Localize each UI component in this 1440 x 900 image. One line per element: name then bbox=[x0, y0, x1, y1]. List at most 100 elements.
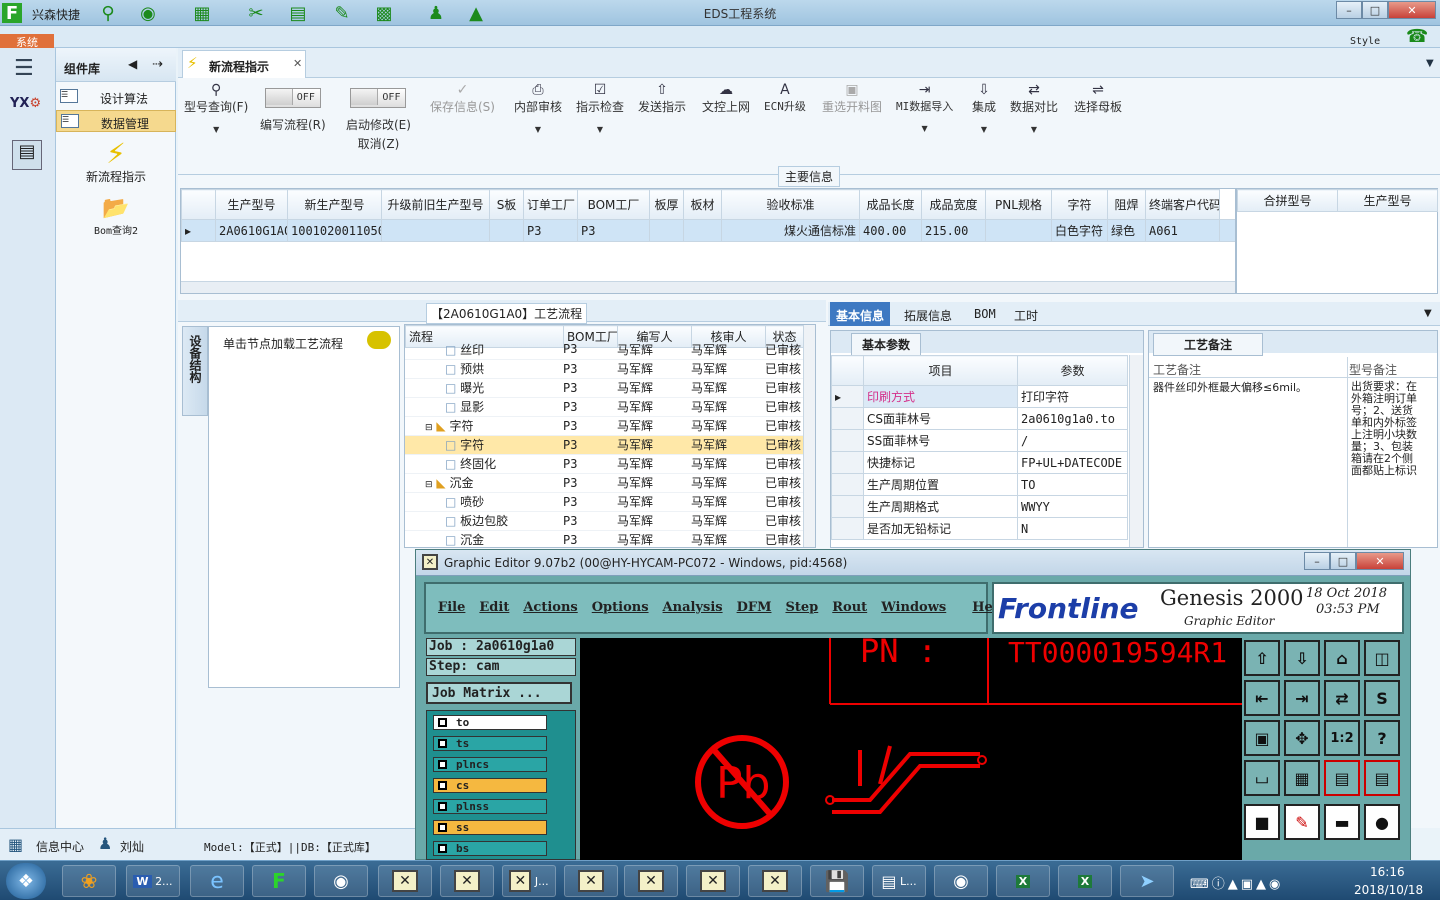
maximize-button[interactable]: □ bbox=[1362, 1, 1388, 19]
genesis-menu-step[interactable]: Step bbox=[785, 600, 818, 615]
info-center-label[interactable]: 信息中心 bbox=[36, 838, 84, 855]
main-col-header[interactable]: 订单工厂 bbox=[523, 189, 578, 220]
help-icon[interactable]: ? bbox=[1364, 720, 1400, 756]
genesis-menu-analysis[interactable]: Analysis bbox=[663, 600, 723, 615]
search-icon[interactable]: ⚲ bbox=[96, 3, 120, 24]
layer-checkbox[interactable] bbox=[438, 781, 447, 790]
home-up-icon[interactable]: ⇧ bbox=[1244, 640, 1280, 676]
param-value[interactable]: / bbox=[1017, 429, 1128, 452]
genesis-maximize-button[interactable]: □ bbox=[1330, 552, 1356, 570]
layer-checkbox[interactable] bbox=[438, 760, 447, 769]
genesis-minimize-button[interactable]: – bbox=[1304, 552, 1330, 570]
menu-icon[interactable]: ☰ bbox=[14, 56, 34, 81]
main-cell[interactable] bbox=[683, 219, 722, 242]
param-row[interactable]: 快捷标记 FP+UL+DATECODE bbox=[831, 451, 1128, 474]
internal-review-button[interactable]: ⎙ 内部审核 ▼ bbox=[514, 82, 562, 134]
integrate-button[interactable]: ⇩ 集成 ▼ bbox=[972, 82, 996, 134]
layer-checkbox[interactable] bbox=[438, 823, 447, 832]
taskbar-genesis-5[interactable]: ✕ bbox=[624, 865, 678, 897]
taskbar-save-app[interactable]: 💾 bbox=[810, 865, 864, 897]
main-col-header[interactable]: 终端客户代码 bbox=[1145, 189, 1220, 220]
edit-shape-icon[interactable]: ✎ bbox=[1284, 804, 1320, 840]
taskbar-bird-app[interactable]: ➤ bbox=[1120, 865, 1174, 897]
tree-row[interactable]: ⊟ ◣ 沉金 P3 马军辉 马军辉 已审核 bbox=[405, 473, 803, 493]
genesis-menu-rout[interactable]: Rout bbox=[832, 600, 867, 615]
reselect-cutting-button[interactable]: ▣ 重选开料图 bbox=[822, 82, 882, 115]
genesis-menu-options[interactable]: Options bbox=[592, 600, 649, 615]
param-row[interactable]: 生产周期位置 TO bbox=[831, 473, 1128, 496]
notes-tab[interactable]: 工艺备注 bbox=[1153, 333, 1264, 356]
main-col-header[interactable]: 成品宽度 bbox=[921, 189, 986, 220]
circle-icon[interactable]: ● bbox=[1364, 804, 1400, 840]
main-cell[interactable] bbox=[985, 219, 1052, 242]
main-col-header[interactable]: PNL规格 bbox=[985, 189, 1052, 220]
params-scrollbar[interactable] bbox=[1129, 355, 1143, 547]
genesis-menu-windows[interactable]: Windows bbox=[881, 600, 946, 615]
genesis-menu-actions[interactable]: Actions bbox=[523, 600, 577, 615]
taskbar-eds[interactable]: F bbox=[252, 865, 306, 897]
main-col-header[interactable]: 字符 bbox=[1051, 189, 1108, 220]
taskbar-ie[interactable]: e bbox=[190, 865, 244, 897]
taskbar-genesis-4[interactable]: ✕ bbox=[564, 865, 618, 897]
layer-checkbox[interactable] bbox=[438, 739, 447, 748]
taskbar-genesis-6[interactable]: ✕ bbox=[686, 865, 740, 897]
main-cell[interactable]: P3 bbox=[577, 219, 650, 242]
taskbar-word[interactable]: W 2... bbox=[126, 865, 180, 897]
taskbar-genesis-1[interactable]: ✕ bbox=[378, 865, 432, 897]
pan-right-icon[interactable]: ⇥ bbox=[1284, 680, 1320, 716]
user-icon[interactable]: ♟ bbox=[424, 3, 448, 24]
main-col-header[interactable]: S板 bbox=[489, 189, 524, 220]
box-icon[interactable]: ■ bbox=[1244, 804, 1280, 840]
taskbar-genesis-2[interactable]: ✕ bbox=[440, 865, 494, 897]
tree-row[interactable]: ⊟ ◣ 字符 P3 马军辉 马军辉 已审核 bbox=[405, 416, 803, 436]
main-col-header[interactable]: 板厚 bbox=[649, 189, 684, 220]
basic-params-tab[interactable]: 基本参数 bbox=[851, 333, 922, 356]
side-tab-device[interactable]: 设备结构 bbox=[182, 326, 208, 416]
param-value[interactable]: N bbox=[1017, 517, 1128, 540]
param-value[interactable]: 打印字符 bbox=[1017, 385, 1128, 408]
cam-canvas[interactable]: Pb PN : TT000019594R1 bbox=[580, 638, 1242, 860]
item-data-management[interactable]: ☰ 数据管理 bbox=[56, 110, 176, 132]
main-col-header[interactable]: 新生产型号 bbox=[287, 189, 382, 220]
main-cell[interactable]: 2A0610G1A0 bbox=[215, 219, 288, 242]
main-col-header[interactable]: 生产型号 bbox=[215, 189, 288, 220]
globe-icon[interactable]: ◉ bbox=[136, 3, 160, 24]
param-row[interactable]: ▸ 印刷方式 打印字符 bbox=[831, 385, 1128, 408]
main-cell[interactable]: A061 bbox=[1145, 219, 1220, 242]
chart-icon[interactable]: ▲ bbox=[464, 3, 488, 24]
grid-icon[interactable]: ▩ bbox=[372, 3, 396, 24]
collapse-icon[interactable]: ⊟ bbox=[425, 480, 433, 490]
main-cell[interactable] bbox=[649, 219, 684, 242]
tree-row[interactable]: □ 预烘 P3 马军辉 马军辉 已审核 bbox=[405, 359, 803, 379]
pin-icon[interactable]: ⇢ bbox=[152, 57, 163, 72]
system-tab[interactable]: 系统 bbox=[0, 34, 54, 49]
tree-row[interactable]: □ 板边包胶 P3 马军辉 马军辉 已审核 bbox=[405, 511, 803, 531]
tab-new-process[interactable]: ⚡ 新流程指示 ✕ bbox=[182, 50, 306, 78]
layer-item[interactable]: ss bbox=[433, 820, 547, 835]
tree-row[interactable]: □ 终固化 P3 马军辉 马军辉 已审核 bbox=[405, 454, 803, 474]
film-icon[interactable]: ▤ bbox=[286, 3, 310, 24]
table-icon[interactable]: ▦ bbox=[190, 3, 214, 24]
start-modify-toggle[interactable]: OFF bbox=[350, 88, 407, 108]
layer-red-icon[interactable]: ▤ bbox=[1324, 760, 1360, 796]
data-compare-button[interactable]: ⇄ 数据对比 ▼ bbox=[1010, 82, 1058, 134]
genesis-menu-file[interactable]: File bbox=[438, 600, 465, 615]
taskbar-shell-app[interactable]: ❀ bbox=[62, 865, 116, 897]
swap-icon[interactable]: ⇄ bbox=[1324, 680, 1360, 716]
system-tray-icons[interactable]: ⌨ⓘ▲▣▲◉ bbox=[1190, 873, 1283, 892]
layer-checkbox[interactable] bbox=[438, 802, 447, 811]
layer-item[interactable]: ts bbox=[433, 736, 547, 751]
main-col-header[interactable]: BOM工厂 bbox=[577, 189, 650, 220]
tab-basic-info[interactable]: 基本信息 bbox=[830, 302, 891, 326]
param-value[interactable]: 2a0610g1a0.to bbox=[1017, 407, 1128, 430]
phone-icon[interactable]: ☎ bbox=[1406, 26, 1428, 47]
layer-item[interactable]: plncs bbox=[433, 757, 547, 772]
param-value[interactable]: TO bbox=[1017, 473, 1128, 496]
param-value[interactable]: WWYY bbox=[1017, 495, 1128, 518]
scissors-icon[interactable]: ✂ bbox=[244, 3, 268, 24]
param-value[interactable]: FP+UL+DATECODE bbox=[1017, 451, 1128, 474]
tree-row[interactable]: □ 沉金 P3 马军辉 马军辉 已审核 bbox=[405, 530, 803, 547]
main-cell[interactable]: 10010200110509 bbox=[287, 219, 382, 242]
main-col-header[interactable]: 验收标准 bbox=[721, 189, 860, 220]
home-down-icon[interactable]: ⇩ bbox=[1284, 640, 1320, 676]
